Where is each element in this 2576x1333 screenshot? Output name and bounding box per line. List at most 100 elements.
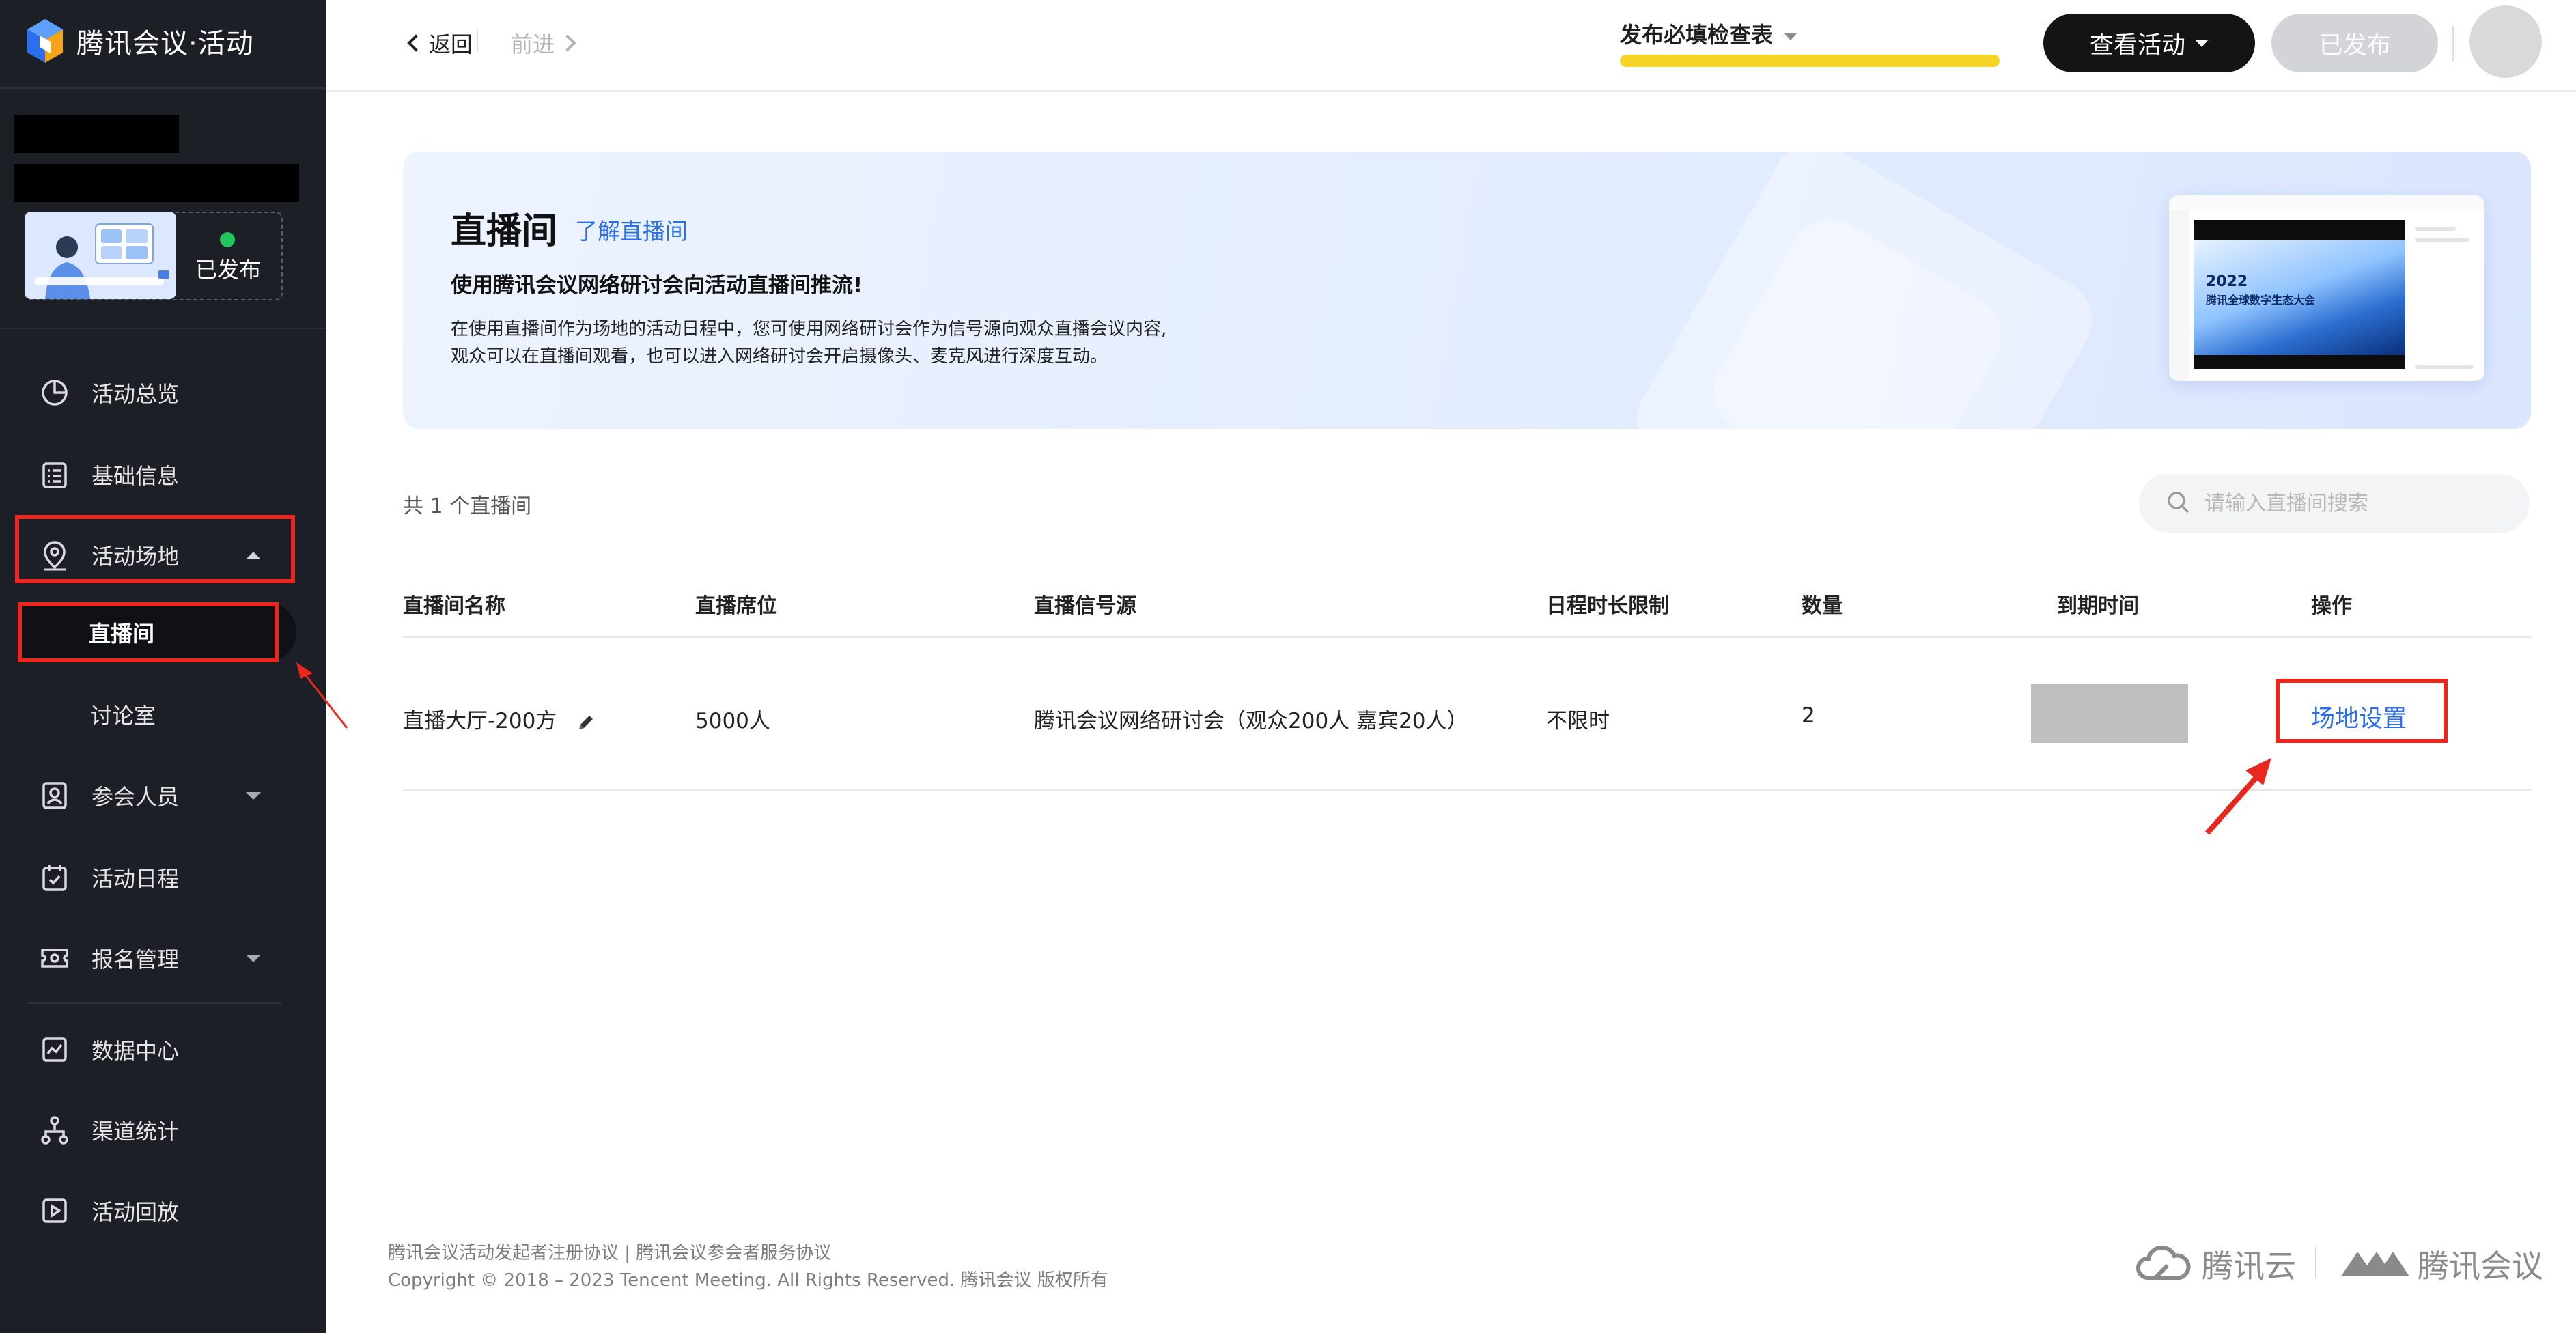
search-input[interactable] [2204,474,2519,533]
livestream-preview-image: 2022 腾讯全球数字生态大会 [2169,195,2484,381]
back-label: 返回 [429,31,473,57]
user-avatar[interactable] [2469,5,2542,78]
chevron-left-icon [407,34,425,52]
duration-limit-cell: 不限时 [1546,709,1610,733]
sidebar-item-attendees[interactable]: 参会人员 [0,765,326,826]
sidebar-item-label: 基础信息 [92,463,180,489]
tencent-cloud-brand: 腾讯云 [2135,1241,2296,1287]
calendar-check-icon [42,865,67,891]
sidebar-item-registration[interactable]: 报名管理 [0,927,326,989]
event-status-label: 已发布 [195,257,262,283]
published-button[interactable]: 已发布 [2271,14,2438,72]
divider [0,328,326,329]
tencent-meeting-brand: 腾讯会议 [2340,1241,2543,1287]
column-header-seats: 直播席位 [695,594,777,618]
published-label: 已发布 [2319,31,2391,59]
sidebar-item-label: 渠道统计 [92,1119,180,1145]
ticket-icon [41,949,68,968]
search-icon [2168,492,2189,514]
signal-source-cell: 腾讯会议网络研讨会（观众200人 嘉宾20人） [1034,709,1468,733]
view-event-button[interactable]: 查看活动 [2043,14,2255,72]
seats-cell: 5000人 [695,709,770,733]
highlight-box-livestream [18,602,279,662]
edit-pencil-icon[interactable] [576,712,596,733]
highlight-box-venue [15,515,295,583]
preview-sidebar [2169,210,2189,381]
banner-description-line: 观众可以在直播间观看，也可以进入网络研讨会开启摄像头、麦克风进行深度互动。 [451,346,1108,367]
preview-slide-year: 2022 [2206,273,2248,290]
column-header-name: 直播间名称 [403,594,505,618]
tencent-meeting-label: 腾讯会议 [2418,1248,2543,1285]
view-event-label: 查看活动 [2089,31,2185,59]
chevron-down-icon [1784,32,1798,40]
app-title: 腾讯会议·活动 [76,28,254,59]
forward-button[interactable]: 前进 [511,27,576,59]
pie-chart-icon [42,380,68,406]
sidebar-item-basic-info[interactable]: 基础信息 [0,444,326,505]
forward-label: 前进 [511,31,555,57]
table-header-divider [403,636,2531,638]
contact-card-icon [42,782,67,809]
column-header-quantity: 数量 [1802,594,1843,618]
sidebar-item-overview[interactable]: 活动总览 [0,362,326,423]
org-tree-icon [41,1116,68,1145]
livestream-name-cell: 直播大厅-200方 [403,703,596,734]
sidebar-item-channel-stats[interactable]: 渠道统计 [0,1099,326,1161]
checklist-progress-bar [1620,55,2000,67]
banner-description: 在使用直播间作为场地的活动日程中，您可使用网络研讨会作为信号源向观众直播会议内容… [451,315,1270,370]
preview-slide-title: 腾讯全球数字生态大会 [2206,294,2316,307]
sidebar-item-label: 数据中心 [92,1038,180,1064]
table-row-divider [403,789,2531,791]
event-cover-image [25,212,176,299]
top-bar: 返回 前进 发布必填检查表 查看活动 已发布 [326,0,2576,92]
column-header-duration-limit: 日程时长限制 [1546,594,1669,618]
divider [477,30,478,52]
redacted-expiry-time [2031,684,2188,743]
sidebar: 腾讯会议·活动 已发布 活动总览 基础信息 活动场地 直播间 讨论室 参会人员 … [0,0,326,1333]
quantity-cell: 2 [1802,703,1815,728]
highlight-box-venue-settings [2276,679,2448,743]
tencent-cloud-label: 腾讯云 [2202,1248,2296,1285]
column-header-actions: 操作 [2311,594,2352,618]
divider [27,1002,281,1004]
caret-down-icon [2195,39,2209,47]
sidebar-item-data-center[interactable]: 数据中心 [0,1019,326,1080]
sidebar-item-label: 活动日程 [92,866,180,892]
sidebar-subitem-label: 讨论室 [90,703,156,729]
progress-fill [1620,55,2000,67]
app-logo[interactable]: 腾讯会议·活动 [26,16,254,66]
publish-checklist-dropdown[interactable]: 发布必填检查表 [1620,18,1798,49]
column-header-expiry: 到期时间 [2057,594,2139,618]
sidebar-subitem-discussion-room[interactable]: 讨论室 [0,684,273,744]
checklist-label: 发布必填检查表 [1620,22,1774,48]
redacted-user-name [14,115,179,153]
tencent-meeting-mark-icon [2341,1252,2409,1276]
sidebar-item-label: 活动总览 [92,381,180,407]
column-header-signal-source: 直播信号源 [1034,594,1136,618]
play-video-icon [42,1198,67,1223]
sidebar-item-label: 参会人员 [92,784,180,810]
footer-copyright: Copyright © 2018 – 2023 Tencent Meeting.… [388,1270,1108,1291]
tencent-meeting-logo-icon [26,18,64,64]
livestream-intro-banner: 直播间 了解直播间 使用腾讯会议网络研讨会向活动直播间推流! 在使用直播间作为场… [403,152,2531,429]
footer-agreement-links[interactable]: 腾讯会议活动发起者注册协议 | 腾讯会议参会者服务协议 [388,1239,831,1264]
published-status-dot [220,232,235,247]
preview-chat-line [2415,365,2474,369]
sidebar-item-replay[interactable]: 活动回放 [0,1180,326,1241]
divider [2452,26,2454,61]
livestream-search[interactable] [2139,474,2530,533]
sidebar-item-schedule[interactable]: 活动日程 [0,847,326,908]
livestream-count: 共 1 个直播间 [403,494,532,518]
preview-slide: 2022 腾讯全球数字生态大会 [2194,240,2405,355]
divider [2315,1247,2316,1278]
sidebar-item-label: 活动回放 [92,1199,180,1225]
banner-title: 直播间 [451,211,558,252]
preview-chat-line [2415,238,2469,242]
learn-livestream-link[interactable]: 了解直播间 [575,213,688,246]
main-content: 返回 前进 发布必填检查表 查看活动 已发布 直播间 了解直播间 使用腾讯会议网… [326,0,2576,1333]
back-button[interactable]: 返回 [407,27,473,59]
chevron-right-icon [559,34,576,52]
preview-titlebar [2169,195,2484,210]
banner-subtitle: 使用腾讯会议网络研讨会向活动直播间推流! [451,273,863,298]
list-document-icon [42,462,67,488]
